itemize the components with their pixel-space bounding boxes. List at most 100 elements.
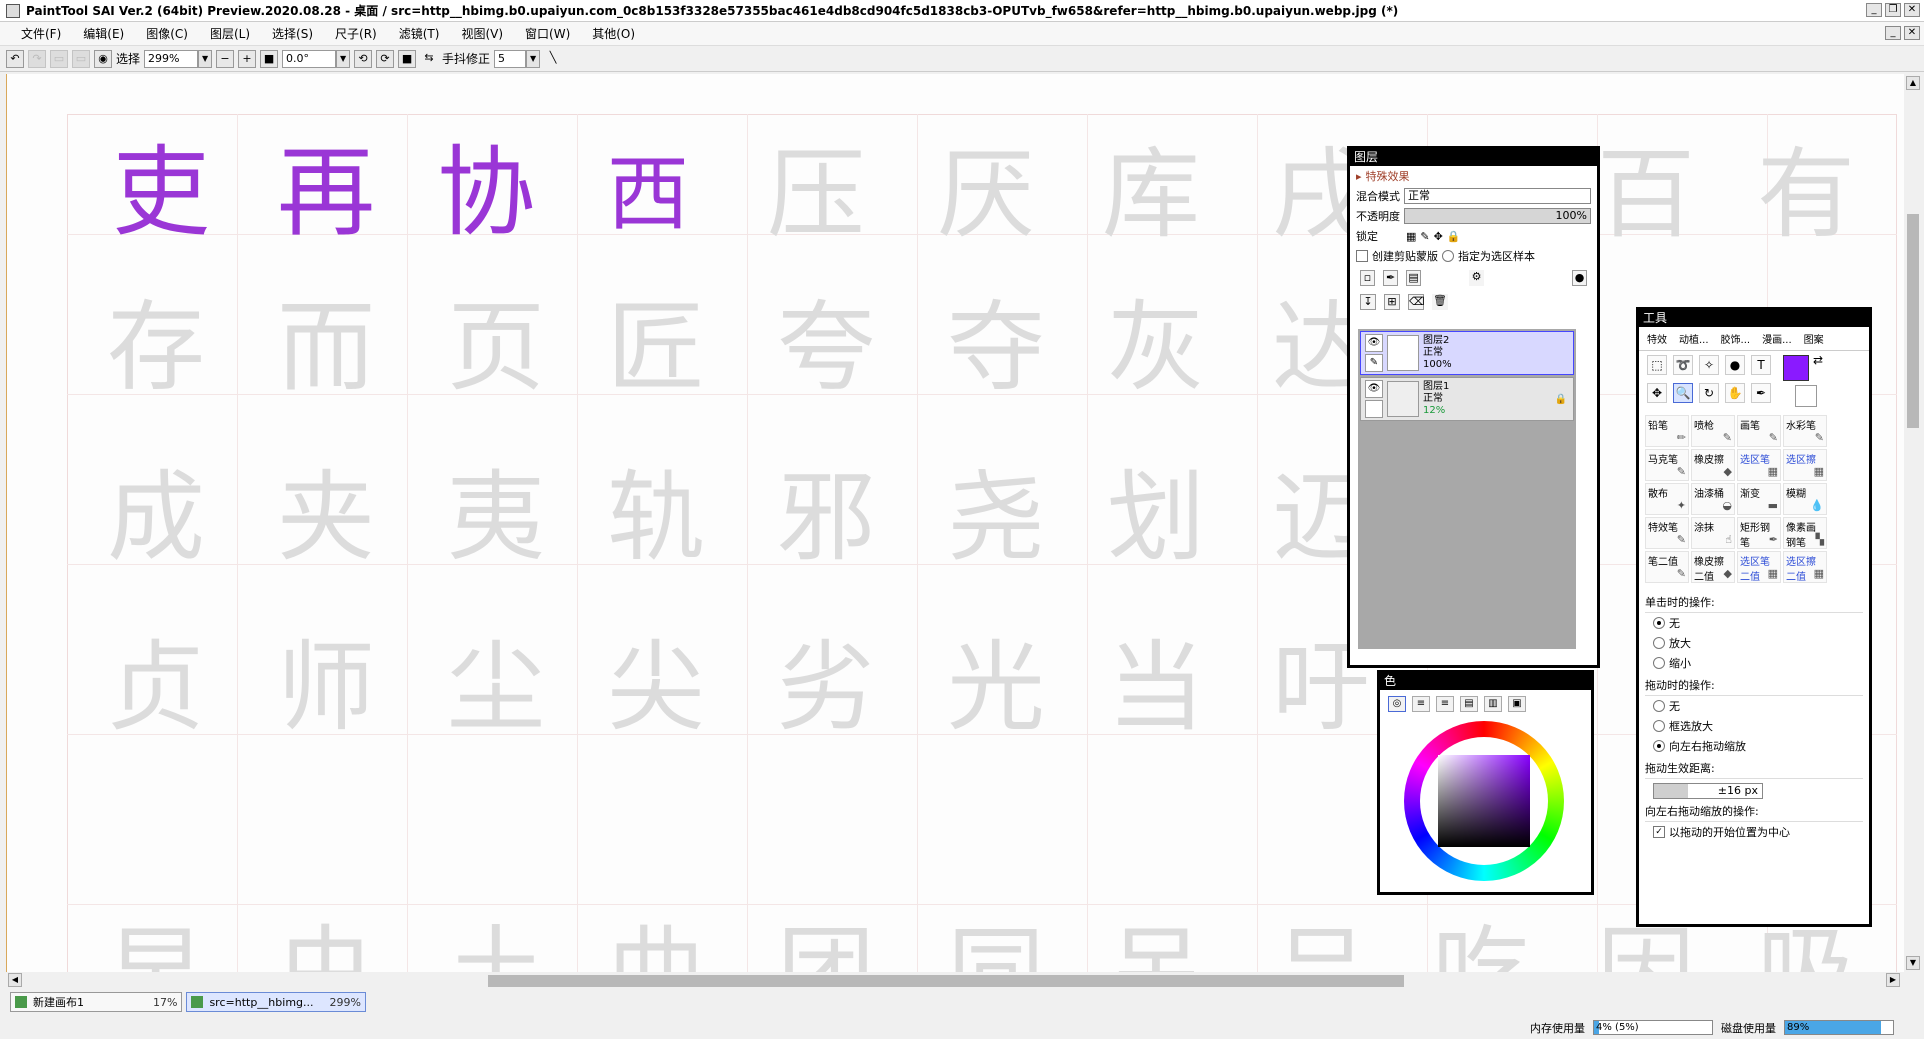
close-button[interactable]: ✕	[1904, 3, 1920, 17]
brush-slot[interactable]: 选区擦 ▦	[1783, 449, 1827, 481]
invert-selection-icon[interactable]: ▭	[72, 49, 90, 68]
move-icon[interactable]: ✥	[1647, 383, 1667, 403]
layer-mask-icon[interactable]: ⚙	[1469, 270, 1484, 286]
new-pen-layer-icon[interactable]: ✒	[1383, 270, 1399, 286]
menu-ruler[interactable]: 尺子(R)	[324, 25, 388, 42]
restore-button[interactable]: ❐	[1885, 3, 1901, 17]
rotate-right-icon[interactable]: ⟳	[376, 49, 395, 68]
brush-slot[interactable]: 笔二值 ✎	[1645, 551, 1689, 583]
zoom-out-icon[interactable]: −	[216, 49, 235, 68]
palette-mode-icon[interactable]: ▤	[1460, 696, 1478, 712]
center-checkbox[interactable]: ✓	[1653, 826, 1665, 838]
vertical-scroll-thumb[interactable]	[1907, 214, 1919, 428]
magic-wand-icon[interactable]: ✧	[1699, 355, 1719, 375]
brush-slot[interactable]: 选区笔二值 ▦	[1737, 551, 1781, 583]
new-folder-icon[interactable]: ▤	[1406, 270, 1422, 286]
drag-distance-slider[interactable]: ±16 px	[1653, 783, 1763, 799]
click-option[interactable]: 放大	[1645, 633, 1863, 653]
primary-color-swatch[interactable]	[1783, 355, 1809, 381]
zoom-reset-icon[interactable]: ■	[260, 49, 279, 68]
brush-slot[interactable]: 涂抹 ☝	[1691, 517, 1735, 549]
color-wheel-mode-icon[interactable]: ◎	[1388, 696, 1406, 712]
special-effects-toggle[interactable]: ▸ 特殊效果	[1350, 166, 1597, 186]
lock-all-icon[interactable]: 🔒	[1447, 230, 1461, 243]
layer-item-selected[interactable]: 👁 ✎ 图层2 正常 100%	[1360, 331, 1574, 375]
brush-set-tab[interactable]: 图案	[1804, 331, 1824, 346]
blend-mode-select[interactable]: 正常	[1404, 188, 1591, 204]
menu-edit[interactable]: 编辑(E)	[72, 25, 135, 42]
drag-option[interactable]: 向左右拖动缩放	[1645, 736, 1863, 756]
zoom-magnifier-icon[interactable]: 🔍	[1673, 383, 1693, 403]
swap-colors-icon[interactable]: ⇄	[1813, 353, 1823, 367]
flip-horizontal-icon[interactable]: ⇆	[420, 50, 438, 68]
tools-panel-title[interactable]: 工具	[1639, 310, 1869, 327]
rgb-slider-mode-icon[interactable]: ≡	[1412, 696, 1430, 712]
stabilizer-dropdown-chevron-icon[interactable]: ▼	[526, 49, 541, 68]
lock-transparency-icon[interactable]: ▦	[1406, 230, 1416, 243]
rotation-input[interactable]: 0.0°	[282, 49, 337, 68]
brush-set-tab[interactable]: 胶饰...	[1721, 331, 1751, 346]
selection-visible-eye-icon[interactable]: ◉	[94, 49, 112, 68]
horizontal-scroll-thumb[interactable]	[488, 975, 1404, 987]
brush-slot[interactable]: 选区笔 ▦	[1737, 449, 1781, 481]
menu-window[interactable]: 窗口(W)	[514, 25, 581, 42]
brush-set-tab[interactable]: 特效	[1647, 331, 1667, 346]
clear-layer-icon[interactable]: ⌫	[1408, 294, 1425, 310]
brush-slot[interactable]: 画笔 ✎	[1737, 415, 1781, 447]
rect-select-icon[interactable]: ⬚	[1647, 355, 1667, 375]
shape-icon[interactable]: ●	[1725, 355, 1745, 375]
doc-close-button[interactable]: ✕	[1904, 26, 1920, 40]
zoom-in-icon[interactable]: +	[238, 49, 257, 68]
layer-options-icon[interactable]: ●	[1571, 270, 1588, 286]
brush-slot[interactable]: 铅笔 ✏	[1645, 415, 1689, 447]
brush-slot[interactable]: 特效笔 ✎	[1645, 517, 1689, 549]
layer-visibility-eye-icon[interactable]: 👁	[1365, 334, 1383, 352]
layer-edit-blank-icon[interactable]	[1365, 400, 1383, 418]
horizontal-scrollbar[interactable]: ◀ ▶	[6, 972, 1904, 988]
brush-slot[interactable]: 喷枪 ✎	[1691, 415, 1735, 447]
canvas[interactable]: 吏 再 协 西 压 厌 库 戌 百 有 存 而 页 匠 夸 夺 灰 达 成 夹 …	[6, 74, 1904, 972]
redo-icon[interactable]: ↷	[28, 49, 46, 68]
hand-icon[interactable]: ✋	[1725, 383, 1745, 403]
opacity-slider[interactable]: 100%	[1404, 208, 1591, 224]
layers-panel-title[interactable]: 图层	[1350, 149, 1597, 166]
layer-edit-pencil-icon[interactable]: ✎	[1365, 354, 1383, 372]
menu-layer[interactable]: 图层(L)	[199, 25, 261, 42]
brush-set-tab[interactable]: 漫画...	[1762, 331, 1792, 346]
click-option[interactable]: 缩小	[1645, 653, 1863, 673]
minimize-button[interactable]: _	[1866, 3, 1882, 17]
stabilizer-input[interactable]: 5	[494, 49, 527, 68]
scroll-up-icon[interactable]: ▲	[1906, 76, 1920, 90]
brush-slot[interactable]: 橡皮擦 ◆	[1691, 449, 1735, 481]
undo-icon[interactable]: ↶	[6, 49, 24, 68]
color-panel-title[interactable]: 色	[1380, 673, 1591, 690]
menu-filter[interactable]: 滤镜(T)	[388, 25, 451, 42]
brush-slot[interactable]: 矩形钢笔 ✒	[1737, 517, 1781, 549]
eyedropper-icon[interactable]: ✒	[1751, 383, 1771, 403]
click-option[interactable]: 无	[1645, 613, 1863, 633]
rotation-dropdown-chevron-icon[interactable]: ▼	[336, 49, 351, 68]
menu-image[interactable]: 图像(C)	[135, 25, 199, 42]
center-option[interactable]: ✓ 以拖动的开始位置为中心	[1645, 822, 1863, 842]
rotate-icon[interactable]: ↻	[1699, 383, 1719, 403]
hue-ring[interactable]	[1404, 721, 1564, 881]
lock-paint-icon[interactable]: ✎	[1420, 230, 1429, 243]
radio-button-checked[interactable]	[1653, 740, 1665, 752]
drag-option[interactable]: 无	[1645, 696, 1863, 716]
document-tab[interactable]: 新建画布1 17%	[10, 992, 183, 1012]
line-tool-icon[interactable]: ╲	[544, 50, 562, 68]
radio-button[interactable]	[1653, 657, 1665, 669]
rotate-reset-icon[interactable]: ■	[398, 49, 417, 68]
brush-slot[interactable]: 选区擦二值 ▦	[1783, 551, 1827, 583]
zoom-input[interactable]: 299%	[144, 49, 199, 68]
menu-other[interactable]: 其他(O)	[581, 25, 646, 42]
brush-slot[interactable]: 像素画钢笔 ▚	[1783, 517, 1827, 549]
drag-option[interactable]: 框选放大	[1645, 716, 1863, 736]
brush-slot[interactable]: 水彩笔 ✎	[1783, 415, 1827, 447]
radio-button[interactable]	[1653, 700, 1665, 712]
radio-button-checked[interactable]	[1653, 617, 1665, 629]
brush-slot[interactable]: 橡皮擦二值 ◆	[1691, 551, 1735, 583]
zoom-dropdown-chevron-icon[interactable]: ▼	[198, 49, 213, 68]
layer-visibility-eye-icon[interactable]: 👁	[1365, 380, 1383, 398]
radio-button[interactable]	[1653, 637, 1665, 649]
